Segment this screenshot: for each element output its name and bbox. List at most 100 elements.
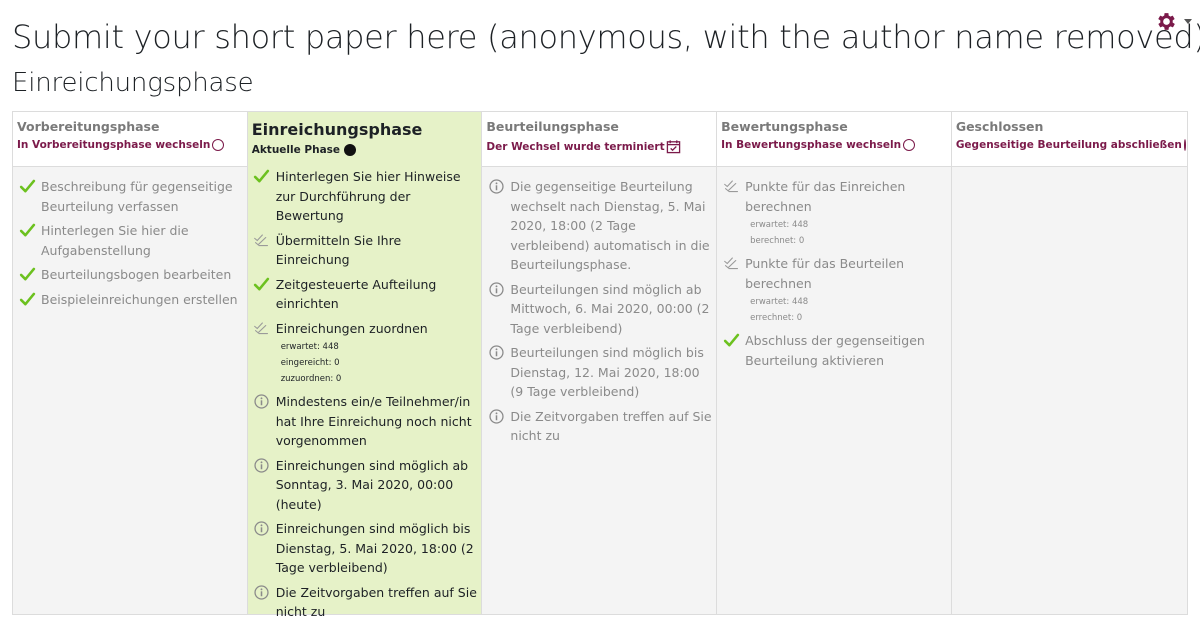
task-item: Hinterlegen Sie hier die Aufgabenstellun…: [17, 221, 243, 260]
phase-column-geschlossen: Geschlossen Gegenseitige Beurteilung absc…: [951, 112, 1187, 614]
phase-action-link[interactable]: In Bewertungsphase wechseln: [721, 139, 947, 151]
todo-checklist-icon: [721, 177, 741, 197]
task-detail-item: errechnet: 0: [750, 313, 803, 323]
phase-column-einreichungsphase: Einreichungsphase Aktuelle Phase Hinterleg…: [247, 112, 483, 619]
task-body: Hinterlegen Sie hier die Aufgabenstellun…: [41, 221, 243, 260]
task-detail-item: erwartet: 448: [750, 297, 809, 307]
task-item: Punkte für das Einreichen berechnen erwar…: [721, 177, 947, 249]
info-icon: [486, 407, 506, 427]
phase-action-label: Aktuelle Phase: [251, 144, 341, 156]
todo-checklist-icon: [252, 319, 272, 339]
task-label: Hinterlegen Sie hier Hinweise zur Durchf…: [275, 169, 461, 223]
info-icon: [486, 280, 506, 300]
task-body: Abschluss der gegenseitigen Beurteilung …: [745, 331, 947, 370]
task-item: Mindestens ein/e Teilnehmer/in hat Ihre …: [252, 392, 478, 451]
phase-header: Bewertungsphase In Bewertungsphase wechse…: [717, 112, 951, 167]
task-item: Einreichungen sind möglich ab Sonntag, 3…: [252, 456, 478, 515]
task-item: Einreichungen zuordnen erwartet: 448 einge…: [252, 319, 478, 388]
task-body: Punkte für das Beurteilen berechnen erwar…: [745, 254, 947, 326]
phase-column-bewertungsphase: Bewertungsphase In Bewertungsphase wechse…: [717, 112, 952, 614]
check-icon: [17, 265, 37, 285]
task-details: erwartet: 448 berechnet: 0: [745, 217, 947, 249]
phase-action-link[interactable]: In Vorbereitungsphase wechseln: [17, 139, 243, 151]
task-body: Punkte für das Einreichen berechnen erwar…: [745, 177, 947, 249]
task-item: Beschreibung für gegenseitige Beurteilun…: [17, 177, 243, 216]
task-body: Beurteilungen sind möglich ab Mittwoch, …: [510, 280, 712, 339]
phase-action-label: In Vorbereitungsphase wechseln: [17, 139, 211, 151]
task-label: Die Zeitvorgaben treffen auf Sie nicht z…: [275, 584, 477, 620]
task-item: Übermitteln Sie Ihre Einreichung: [252, 231, 478, 270]
calendar-check-icon: [666, 139, 681, 154]
task-body: Einreichungen sind möglich ab Sonntag, 3…: [276, 456, 478, 515]
task-item: Die Zeitvorgaben treffen auf Sie nicht z…: [486, 407, 712, 446]
check-icon: [17, 221, 37, 241]
task-list: Beschreibung für gegenseitige Beurteilun…: [13, 167, 247, 315]
task-detail-item: berechnet: 0: [750, 236, 805, 246]
chevron-down-icon: [1184, 19, 1192, 24]
phase-header: Beurteilungsphase Der Wechsel wurde termi…: [482, 112, 717, 167]
phase-column-beurteilungsphase: Beurteilungsphase Der Wechsel wurde termi…: [482, 112, 718, 614]
todo-checklist-icon: [252, 231, 272, 251]
task-label: Zeitgesteuerte Aufteilung einrichten: [275, 276, 437, 312]
check-icon: [252, 275, 272, 295]
check-icon: [721, 331, 741, 351]
check-icon: [17, 290, 37, 310]
task-label: Die Zeitvorgaben treffen auf Sie nicht z…: [510, 408, 712, 444]
task-list: [952, 167, 1187, 177]
task-detail-item: zuzuordnen: 0: [280, 374, 342, 384]
task-detail-item: erwartet: 448: [750, 220, 809, 230]
task-body: Hinterlegen Sie hier Hinweise zur Durchf…: [276, 167, 478, 226]
task-label: Einreichungen zuordnen: [275, 320, 428, 336]
task-label: Mindestens ein/e Teilnehmer/in hat Ihre …: [275, 394, 472, 448]
ring-icon: [212, 139, 225, 151]
task-detail-item: eingereicht: 0: [280, 358, 340, 368]
info-icon: [486, 177, 506, 197]
phase-action-label: Der Wechsel wurde terminiert: [486, 140, 665, 153]
current-phase-indicator: Aktuelle Phase: [252, 144, 478, 156]
task-list: Punkte für das Einreichen berechnen erwar…: [717, 167, 951, 375]
phase-name: Geschlossen: [955, 119, 1044, 134]
page-title-text: Submit your short paper here (anonymous,…: [12, 18, 1200, 56]
phase-name: Beurteilungsphase: [486, 119, 619, 134]
phase-header: Vorbereitungsphase In Vorbereitungsphase …: [13, 112, 247, 167]
phase-overview-table: Vorbereitungsphase In Vorbereitungsphase …: [12, 111, 1188, 619]
phase-action-link[interactable]: Der Wechsel wurde terminiert: [486, 139, 712, 154]
task-body: Zeitgesteuerte Aufteilung einrichten: [276, 275, 478, 314]
check-icon: [252, 167, 272, 187]
task-details: erwartet: 448 errechnet: 0: [745, 294, 947, 326]
task-label: Einreichungen sind möglich ab Sonntag, 3…: [275, 457, 469, 512]
phase-action-label: In Bewertungsphase wechseln: [721, 139, 902, 151]
phase-name: Bewertungsphase: [721, 119, 848, 134]
phase-column-vorbereitungsphase: Vorbereitungsphase In Vorbereitungsphase …: [13, 112, 248, 614]
info-icon: [252, 392, 272, 412]
phase-header: Einreichungsphase Aktuelle Phase: [247, 112, 482, 157]
settings-menu-button[interactable]: [1155, 10, 1195, 34]
info-icon: [486, 343, 506, 363]
ring-icon: [1183, 139, 1186, 151]
phase-name: Vorbereitungsphase: [17, 119, 160, 134]
task-item: Abschluss der gegenseitigen Beurteilung …: [721, 331, 947, 370]
task-item: Beispieleinreichungen erstellen: [17, 290, 243, 310]
page-title: Submit your short paper here (anonymous,…: [12, 18, 1200, 56]
gear-icon: [1158, 13, 1175, 30]
task-item: Beurteilungen sind möglich bis Dienstag,…: [486, 343, 712, 402]
info-icon: [252, 456, 272, 476]
phase-action-label: Gegenseitige Beurteilung abschließen: [955, 139, 1182, 151]
info-icon: [252, 519, 272, 539]
phase-action-link[interactable]: Gegenseitige Beurteilung abschließen: [955, 139, 1186, 151]
task-item: Punkte für das Beurteilen berechnen erwar…: [721, 254, 947, 326]
task-label: Punkte für das Einreichen berechnen: [745, 179, 906, 214]
task-detail-item: erwartet: 448: [280, 342, 339, 352]
task-label: Beschreibung für gegenseitige Beurteilun…: [41, 179, 233, 214]
task-item: Zeitgesteuerte Aufteilung einrichten: [252, 275, 478, 314]
task-body: Die Zeitvorgaben treffen auf Sie nicht z…: [276, 583, 478, 622]
task-body: Beispieleinreichungen erstellen: [41, 290, 238, 310]
todo-checklist-icon: [721, 254, 741, 274]
task-body: Beschreibung für gegenseitige Beurteilun…: [41, 177, 243, 216]
task-label: Übermitteln Sie Ihre Einreichung: [275, 232, 402, 268]
task-label: Abschluss der gegenseitigen Beurteilung …: [745, 333, 925, 368]
task-label: Beurteilungsbogen bearbeiten: [41, 267, 232, 282]
task-body: Die gegenseitige Beurteilung wechselt na…: [510, 177, 712, 275]
task-body: Einreichungen zuordnen erwartet: 448 einge…: [276, 319, 428, 388]
task-body: Die Zeitvorgaben treffen auf Sie nicht z…: [510, 407, 712, 446]
